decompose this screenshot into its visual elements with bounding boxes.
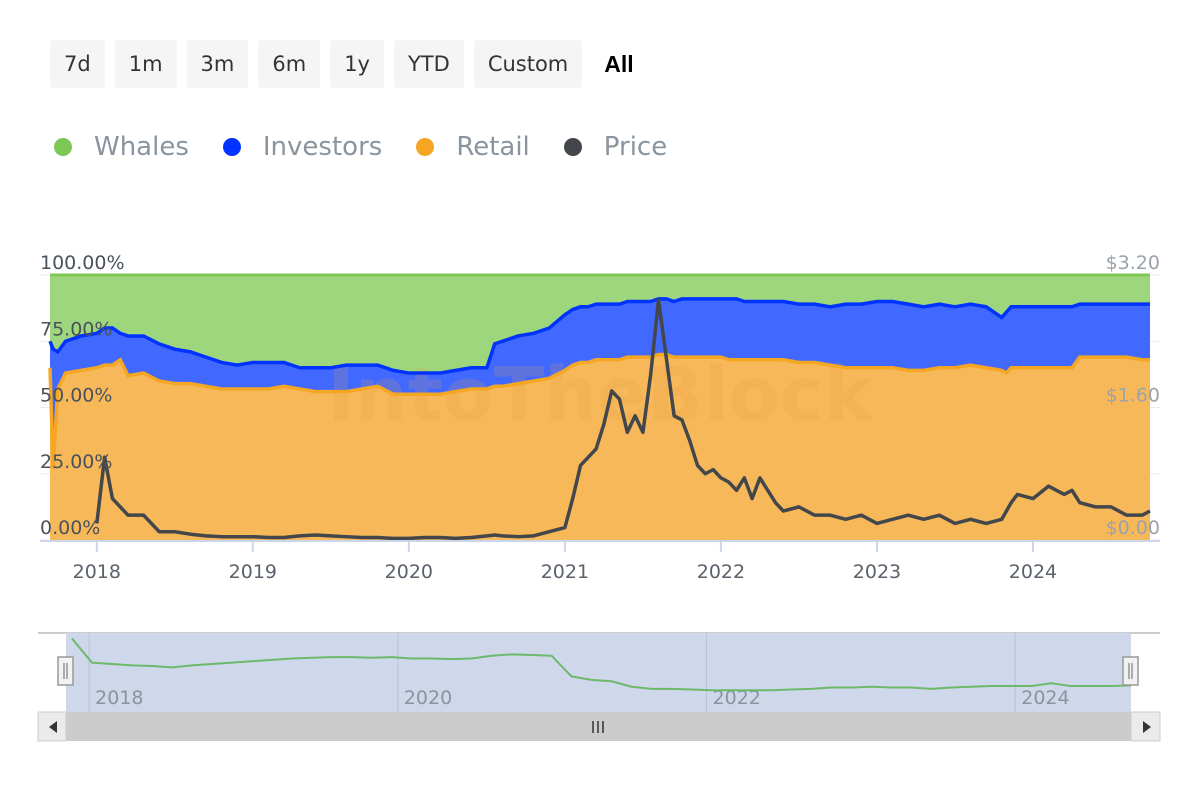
x-tick-label: 2021 bbox=[541, 561, 589, 583]
navigator-tick-label: 2018 bbox=[95, 687, 143, 709]
scrollbar-track bbox=[38, 712, 1160, 741]
scroll-right-button[interactable] bbox=[1130, 711, 1161, 742]
y-right-tick-label: $1.60 bbox=[1106, 385, 1160, 407]
x-tick-label: 2024 bbox=[1009, 561, 1057, 583]
y-tick-label: 25.00% bbox=[40, 451, 112, 473]
navigator[interactable]: 2018 2020 2022 2024 bbox=[38, 632, 1160, 712]
x-tick-label: 2022 bbox=[697, 561, 745, 583]
y-tick-label: 75.00% bbox=[40, 318, 112, 340]
navigator-left-handle[interactable] bbox=[57, 656, 74, 686]
handle-box bbox=[57, 656, 74, 686]
handle-box bbox=[1122, 656, 1139, 686]
x-axis: 2018 2019 2020 2021 2022 2023 2024 bbox=[40, 540, 1160, 583]
scroll-left-button[interactable] bbox=[37, 711, 67, 742]
navigator-right-handle[interactable] bbox=[1122, 656, 1139, 686]
ownership-chart: IntoTheBlock 0.00%25.00%50.00%75.00%100.… bbox=[37, 252, 1161, 742]
navigator-tick-label: 2020 bbox=[404, 687, 452, 709]
y-tick-label: 100.00% bbox=[40, 252, 125, 274]
x-tick-label: 2023 bbox=[853, 561, 901, 583]
y-right-tick-label: $3.20 bbox=[1106, 252, 1160, 274]
navigator-tick-label: 2024 bbox=[1021, 687, 1069, 709]
x-tick-label: 2019 bbox=[229, 561, 277, 583]
y-tick-label: 0.00% bbox=[40, 517, 100, 539]
y-right-tick-label: $0.00 bbox=[1106, 517, 1160, 539]
x-tick-label: 2020 bbox=[385, 561, 433, 583]
x-tick-label: 2018 bbox=[73, 561, 121, 583]
navigator-selection bbox=[66, 633, 1131, 712]
scrollbar[interactable] bbox=[37, 711, 1161, 742]
y-tick-label: 50.00% bbox=[40, 385, 112, 407]
